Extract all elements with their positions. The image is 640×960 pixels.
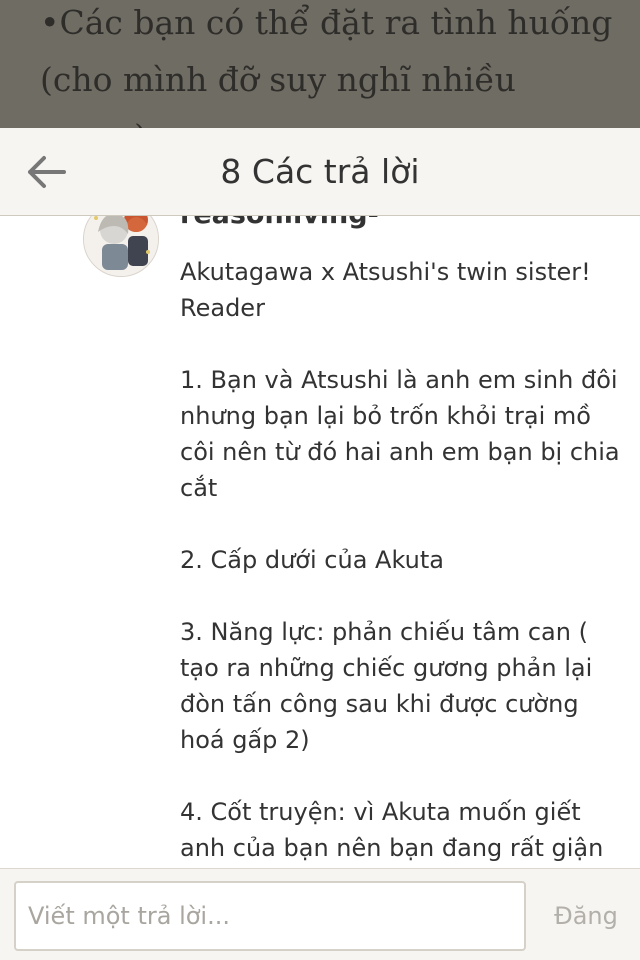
reply-username[interactable]: reasonliving- [180, 216, 379, 232]
reply-body: Akutagawa x Atsushi's twin sister! Reade… [180, 254, 625, 868]
replies-sheet: 8 Các trả lời reasonliving- Akutagawa x … [0, 128, 640, 960]
post-button[interactable]: Đăng [540, 881, 632, 951]
background-post-text: •Các bạn có thể đặt ra tình huống (cho m… [40, 3, 613, 130]
reply-list[interactable]: reasonliving- Akutagawa x Atsushi's twin… [0, 216, 640, 868]
reply-paragraph: 3. Năng lực: phản chiếu tâm can ( tạo ra… [180, 618, 593, 754]
background-post: •Các bạn có thể đặt ra tình huống (cho m… [0, 0, 640, 130]
anime-avatar-icon [84, 216, 158, 276]
avatar[interactable] [83, 216, 159, 277]
reply-paragraph: Akutagawa x Atsushi's twin sister! Reade… [180, 258, 591, 322]
reply-input[interactable] [14, 881, 526, 951]
reply-paragraph: 4. Cốt truyện: vì Akuta muốn giết anh củ… [180, 798, 604, 862]
reply-composer: Đăng [0, 868, 640, 960]
page-title: 8 Các trả lời [220, 152, 420, 191]
reply-paragraph: 1. Bạn và Atsushi là anh em sinh đôi như… [180, 366, 620, 502]
reply-paragraph: 2. Cấp dưới của Akuta [180, 546, 444, 574]
replies-header: 8 Các trả lời [0, 128, 640, 216]
